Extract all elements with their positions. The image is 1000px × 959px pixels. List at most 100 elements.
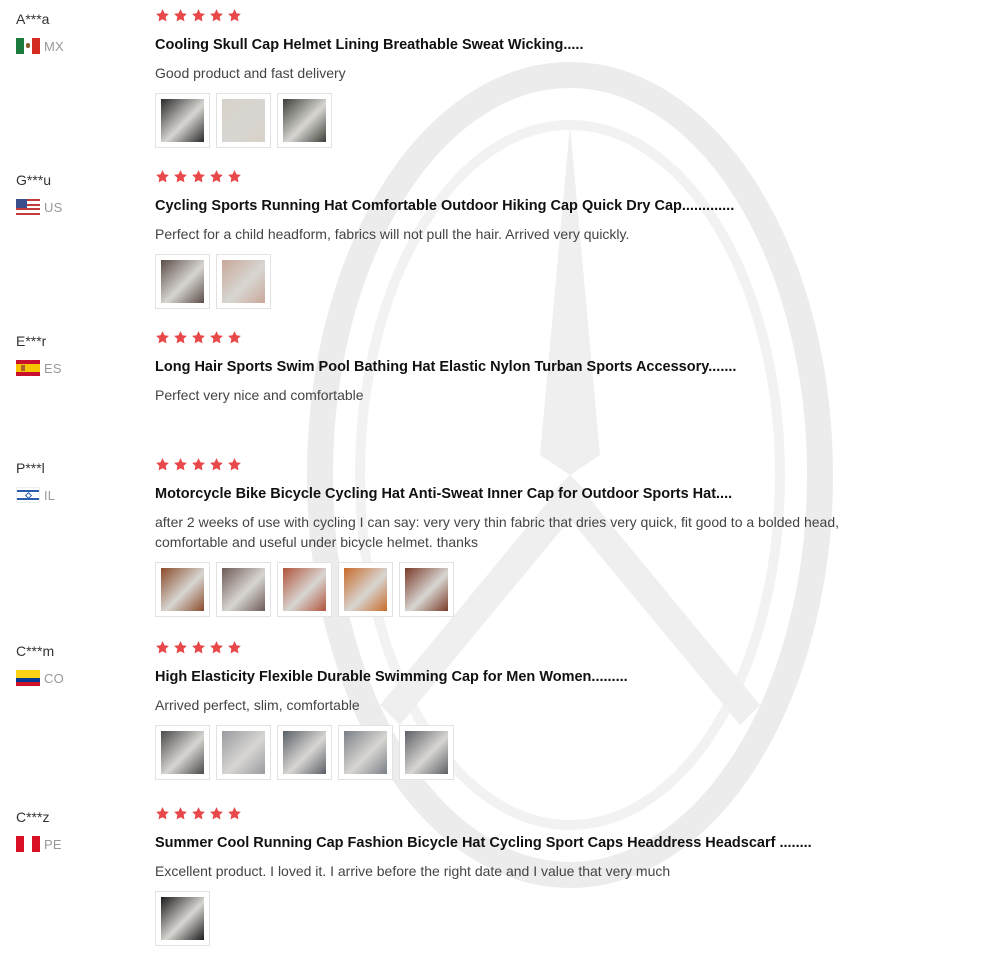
reviewer-country: PE bbox=[16, 836, 136, 852]
star-icon bbox=[173, 457, 188, 477]
star-icon bbox=[173, 806, 188, 826]
star-icon bbox=[191, 457, 206, 477]
star-icon bbox=[209, 457, 224, 477]
star-icon bbox=[227, 806, 242, 826]
review-text: after 2 weeks of use with cycling I can … bbox=[155, 514, 840, 550]
review-text: Good product and fast delivery bbox=[155, 65, 346, 81]
photo-image bbox=[161, 897, 204, 940]
review-content: Cooling Skull Cap Helmet Lining Breathab… bbox=[155, 8, 955, 148]
star-icon bbox=[209, 806, 224, 826]
star-icon bbox=[173, 330, 188, 350]
review-photo-thumbnail[interactable] bbox=[155, 725, 210, 780]
product-title[interactable]: Cycling Sports Running Hat Comfortable O… bbox=[155, 197, 955, 215]
review-photos bbox=[155, 93, 955, 148]
review-text: Arrived perfect, slim, comfortable bbox=[155, 697, 360, 713]
reviewer-country: US bbox=[16, 199, 136, 215]
flag-icon bbox=[16, 38, 40, 54]
product-title[interactable]: Summer Cool Running Cap Fashion Bicycle … bbox=[155, 834, 955, 852]
photo-image bbox=[283, 568, 326, 611]
star-icon bbox=[227, 8, 242, 28]
review-photo-thumbnail[interactable] bbox=[216, 254, 271, 309]
star-icon bbox=[227, 640, 242, 660]
star-icon bbox=[209, 640, 224, 660]
reviewer-name: C***m bbox=[16, 643, 55, 659]
review-photo-thumbnail[interactable] bbox=[399, 562, 454, 617]
photo-image bbox=[161, 731, 204, 774]
review-photo-thumbnail[interactable] bbox=[216, 93, 271, 148]
country-code: IL bbox=[44, 487, 56, 503]
product-title[interactable]: High Elasticity Flexible Durable Swimmin… bbox=[155, 668, 955, 686]
review-photos bbox=[155, 254, 955, 309]
review-photo-thumbnail[interactable] bbox=[155, 891, 210, 946]
product-title[interactable]: Motorcycle Bike Bicycle Cycling Hat Anti… bbox=[155, 485, 955, 503]
flag-icon bbox=[16, 360, 40, 376]
reviewer-info: E***r ES bbox=[16, 332, 136, 376]
review-photo-thumbnail[interactable] bbox=[338, 562, 393, 617]
reviewer-name: A***a bbox=[16, 11, 50, 27]
review-photo-thumbnail[interactable] bbox=[155, 93, 210, 148]
country-code: PE bbox=[44, 836, 62, 852]
star-rating bbox=[155, 8, 955, 28]
review-photos bbox=[155, 562, 955, 617]
star-rating bbox=[155, 640, 955, 660]
product-title[interactable]: Long Hair Sports Swim Pool Bathing Hat E… bbox=[155, 358, 955, 376]
review-photo-thumbnail[interactable] bbox=[277, 562, 332, 617]
flag-icon bbox=[16, 487, 40, 503]
photo-image bbox=[222, 731, 265, 774]
photo-image bbox=[405, 731, 448, 774]
product-title[interactable]: Cooling Skull Cap Helmet Lining Breathab… bbox=[155, 36, 955, 54]
review-photo-thumbnail[interactable] bbox=[155, 254, 210, 309]
photo-image bbox=[405, 568, 448, 611]
review-photo-thumbnail[interactable] bbox=[277, 725, 332, 780]
reviewer-info: C***z PE bbox=[16, 808, 136, 852]
reviewer-name: P***l bbox=[16, 460, 45, 476]
star-icon bbox=[173, 8, 188, 28]
review-photo-thumbnail[interactable] bbox=[399, 725, 454, 780]
reviewer-country: IL bbox=[16, 487, 136, 503]
photo-image bbox=[283, 731, 326, 774]
star-icon bbox=[209, 330, 224, 350]
review-text: Perfect very nice and comfortable bbox=[155, 387, 364, 403]
review-photo-thumbnail[interactable] bbox=[277, 93, 332, 148]
star-icon bbox=[173, 169, 188, 189]
photo-image bbox=[344, 731, 387, 774]
star-rating bbox=[155, 330, 955, 350]
flag-icon bbox=[16, 199, 40, 215]
photo-image bbox=[161, 99, 204, 142]
star-icon bbox=[191, 169, 206, 189]
review-content: Cycling Sports Running Hat Comfortable O… bbox=[155, 169, 955, 309]
star-icon bbox=[227, 169, 242, 189]
star-icon bbox=[155, 169, 170, 189]
star-rating bbox=[155, 169, 955, 189]
reviewer-name: G***u bbox=[16, 172, 52, 188]
photo-image bbox=[283, 99, 326, 142]
star-icon bbox=[155, 8, 170, 28]
review-photo-thumbnail[interactable] bbox=[216, 562, 271, 617]
star-icon bbox=[155, 806, 170, 826]
reviewer-info: A***a MX bbox=[16, 10, 136, 54]
flag-icon bbox=[16, 836, 40, 852]
star-icon bbox=[227, 330, 242, 350]
photo-image bbox=[161, 568, 204, 611]
review-content: Summer Cool Running Cap Fashion Bicycle … bbox=[155, 806, 955, 946]
star-icon bbox=[227, 457, 242, 477]
review-photo-thumbnail[interactable] bbox=[155, 562, 210, 617]
photo-image bbox=[222, 260, 265, 303]
star-icon bbox=[155, 330, 170, 350]
star-icon bbox=[209, 169, 224, 189]
star-icon bbox=[155, 457, 170, 477]
review-text: Perfect for a child headform, fabrics wi… bbox=[155, 226, 630, 242]
country-code: CO bbox=[44, 670, 64, 686]
reviewer-info: G***u US bbox=[16, 171, 136, 215]
photo-image bbox=[222, 568, 265, 611]
photo-image bbox=[222, 99, 265, 142]
reviewer-name: E***r bbox=[16, 333, 47, 349]
review-content: High Elasticity Flexible Durable Swimmin… bbox=[155, 640, 955, 780]
star-icon bbox=[173, 640, 188, 660]
star-icon bbox=[191, 640, 206, 660]
review-photo-thumbnail[interactable] bbox=[338, 725, 393, 780]
review-photo-thumbnail[interactable] bbox=[216, 725, 271, 780]
country-code: ES bbox=[44, 360, 62, 376]
star-icon bbox=[191, 806, 206, 826]
flag-icon bbox=[16, 670, 40, 686]
